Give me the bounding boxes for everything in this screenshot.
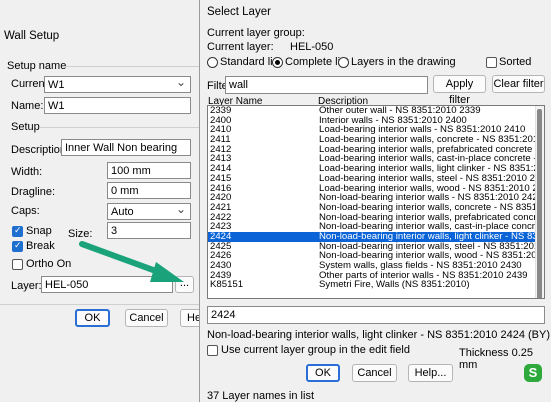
cancel-button[interactable]: Cancel [352,364,397,382]
sorted-checkbox[interactable] [486,57,497,68]
ortho-label: Ortho On [26,258,72,270]
wall-setup-dialog: Wall Setup Setup name Current: W1 Name: … [0,0,210,402]
dialog-title: Wall Setup [4,30,60,42]
group-divider [62,66,200,67]
setup-group-label: Setup [11,121,40,133]
dialog-title: Select Layer [207,6,271,18]
current-layer-group-label: Current layer group: [207,27,305,39]
list-scrollbar[interactable] [535,106,544,298]
filter-input[interactable]: wall [225,76,428,94]
current-setup-dropdown[interactable]: W1 [44,76,191,93]
ortho-checkbox[interactable] [12,259,23,270]
app-logo-icon: S [524,364,542,382]
break-label: Break [26,240,55,252]
layers-in-drawing-label: Layers in the drawing [351,56,456,68]
description-field[interactable]: Inner Wall Non bearing [61,139,191,156]
caps-value: Auto [111,206,134,218]
use-layer-group-label: Use current layer group in the edit fiel… [221,344,410,356]
size-field[interactable]: 3 [107,222,191,239]
ok-button[interactable]: OK [306,364,340,382]
layer-name-cell: K85151 [210,279,244,291]
group-divider [40,127,200,128]
current-layer-label: Current layer: [207,41,274,53]
current-layer-value: HEL-050 [290,41,334,53]
use-layer-group-checkbox[interactable] [207,345,218,356]
current-setup-value: W1 [48,79,65,91]
selected-layer-description: Non-load-bearing interior walls, light c… [207,329,551,341]
layer-description-cell: Symetri Fire, Walls (NS 8351:2010) [319,279,470,291]
scrollbar-thumb[interactable] [537,109,542,298]
snap-checkbox[interactable] [12,225,23,237]
width-field[interactable]: 100 mm [107,162,191,179]
select-layer-dialog: Select Layer Current layer group: Curren… [199,0,551,402]
help-button[interactable]: Help... [408,364,453,382]
dragline-label: Dragline: [11,186,56,198]
snap-label: Snap [26,225,52,237]
break-checkbox[interactable] [12,240,23,252]
dragline-field[interactable]: 0 mm [107,182,191,199]
clear-filter-button[interactable]: Clear filter [492,75,545,93]
caps-label: Caps: [11,205,40,217]
caps-dropdown[interactable]: Auto [107,203,191,220]
size-label: Size: [68,228,93,240]
sorted-label: Sorted [499,56,532,68]
layer-row[interactable]: K85151 Symetri Fire, Walls (NS 8351:2010) [208,280,544,290]
layer-list[interactable]: 2339 Other outer wall - NS 8351:2010 2339… [207,105,545,299]
footer-divider [0,304,208,305]
name-field[interactable]: W1 [44,97,191,114]
width-label: Width: [11,166,43,178]
standard-list-radio[interactable] [207,57,218,68]
apply-filter-button[interactable]: Apply filter [433,75,486,106]
cancel-button[interactable]: Cancel [125,309,168,327]
layer-count-status: 37 Layer names in list [207,390,314,402]
setup-name-group-label: Setup name [7,60,67,72]
name-label: Name: [11,100,44,112]
layer-rows: 2339 Other outer wall - NS 8351:2010 2339… [208,106,544,290]
ok-button[interactable]: OK [75,309,110,327]
complete-list-radio[interactable] [272,57,283,68]
layer-label: Layer: [11,280,42,292]
selected-layer-field[interactable]: 2424 [207,306,545,324]
arrow-annotation-icon [79,241,184,282]
layers-in-drawing-radio[interactable] [338,57,349,68]
